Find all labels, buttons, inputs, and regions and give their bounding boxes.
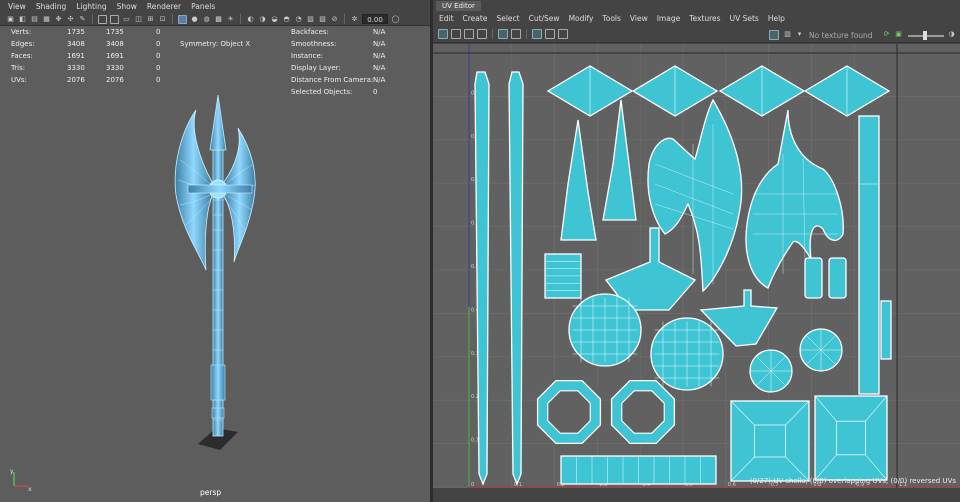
refresh-icon[interactable]: ⟳ (882, 30, 891, 39)
uv-shell-ring-inner (547, 390, 591, 434)
right-blade (223, 127, 256, 263)
uv-shell-blade-left (647, 98, 743, 293)
axis-x-label: x (28, 486, 32, 492)
display-rgb-icon[interactable]: ▥ (783, 30, 792, 39)
gamma-icon[interactable]: ◑ (947, 30, 956, 39)
texture-status: No texture found (809, 31, 873, 40)
uv-menu-modify[interactable]: Modify (569, 14, 594, 23)
uv-shell-capsule-1 (804, 257, 823, 299)
uv-editor-panel: UV Editor Edit Create Select Cut/Sew Mod… (433, 0, 960, 502)
uv-layout[interactable]: 0.90.80.70.60.50.40.30.20.100.10.20.30.4… (433, 44, 960, 488)
axe-model-wireframe[interactable] (0, 0, 430, 502)
perspective-viewport[interactable]: View Shading Lighting Show Renderer Pane… (0, 0, 430, 502)
uv-snapshot-icon[interactable] (558, 29, 568, 39)
uv-menu-image[interactable]: Image (657, 14, 681, 23)
uv-checker-icon[interactable] (464, 29, 474, 39)
uv-menu-select[interactable]: Select (496, 14, 519, 23)
uv-menu-uv-sets[interactable]: UV Sets (730, 14, 759, 23)
uv-shell-spike-1 (560, 119, 597, 241)
uv-axis-label-y: 0.1 (471, 438, 479, 444)
top-spike (209, 94, 227, 151)
uv-menu-view[interactable]: View (630, 14, 648, 23)
uv-editor-toolbar (433, 26, 960, 43)
uv-shell-shaft-1 (474, 71, 490, 486)
uv-menu-edit[interactable]: Edit (439, 14, 454, 23)
uv-menu-cut-sew[interactable]: Cut/Sew (529, 14, 560, 23)
uv-distortion-icon[interactable] (451, 29, 461, 39)
uv-image-display-icon[interactable] (532, 29, 542, 39)
uv-grid-icon[interactable] (498, 29, 508, 39)
uv-editor-footer (433, 488, 960, 502)
uv-pixel-snap-icon[interactable] (511, 29, 521, 39)
uv-shell-ring-inner (621, 390, 665, 434)
uv-menu-help[interactable]: Help (768, 14, 785, 23)
exposure-icon[interactable]: ▣ (894, 30, 903, 39)
axis-gizmo: y x (10, 468, 32, 492)
uv-editor-menubar: Edit Create Select Cut/Sew Modify Tools … (433, 12, 960, 25)
uv-borders-icon[interactable] (477, 29, 487, 39)
pommel (211, 407, 225, 419)
uv-menu-textures[interactable]: Textures (689, 14, 720, 23)
camera-name-label: persp (200, 488, 222, 497)
uv-toolbar-divider (526, 29, 527, 39)
cross-bar (187, 184, 253, 194)
chevron-down-icon[interactable]: ▾ (795, 30, 804, 39)
axis-y-label: y (10, 468, 14, 475)
uv-menu-create[interactable]: Create (463, 14, 488, 23)
uv-canvas[interactable]: 0.90.80.70.60.50.40.30.20.100.10.20.30.4… (433, 44, 960, 488)
uv-shell-strip-1 (858, 115, 880, 395)
exposure-slider-handle[interactable] (923, 31, 927, 40)
uv-editor-tab[interactable]: UV Editor (436, 1, 481, 11)
uv-shell-spike-2 (602, 99, 637, 221)
uv-shaded-icon[interactable] (438, 29, 448, 39)
uv-shell-shaft-2 (508, 71, 524, 486)
uv-dim-image-icon[interactable] (545, 29, 555, 39)
uv-shell-capsule-2 (828, 257, 847, 299)
uv-menu-tools[interactable]: Tools (602, 14, 620, 23)
uv-toolbar-divider (492, 29, 493, 39)
uv-shell-strip-2 (880, 300, 892, 360)
grip (210, 364, 226, 401)
image-channels-icon[interactable] (769, 30, 779, 40)
uv-status-bar: (0/27) UV shells, (0/0) overlapping UVs,… (749, 477, 956, 485)
